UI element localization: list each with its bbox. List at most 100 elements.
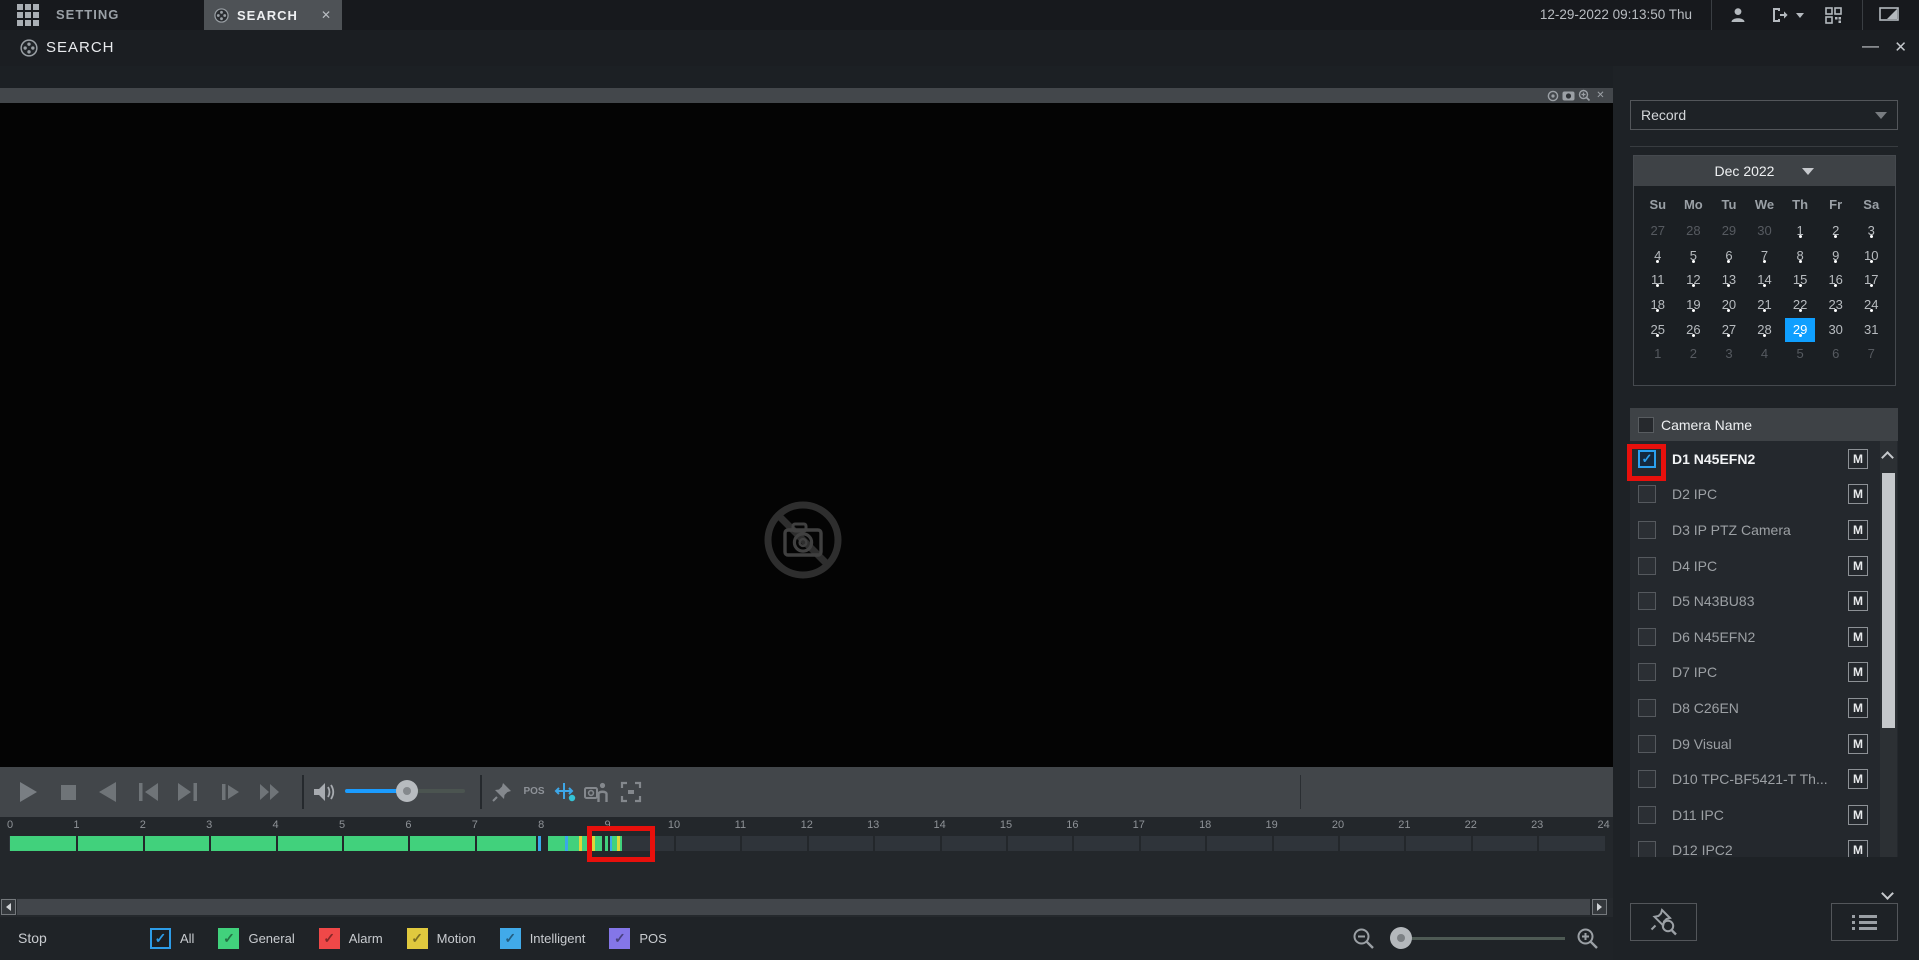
record-timeline[interactable]: 0 1 2 3 4 5 6 7 8 9 10 11 12 13 14 15 16 17 18 19 20 21 22 23 24 — [0, 817, 1613, 898]
display-output-button[interactable] — [1878, 5, 1900, 25]
main-stream-badge[interactable]: M — [1848, 519, 1868, 540]
scroll-up-icon[interactable] — [1881, 451, 1894, 464]
select-all-cameras-checkbox[interactable] — [1638, 416, 1654, 433]
list-view-button[interactable] — [1831, 903, 1898, 941]
tab-setting[interactable]: SETTING — [56, 0, 119, 30]
calendar-day[interactable]: 13 — [1711, 267, 1747, 292]
digital-zoom-icon[interactable] — [1578, 89, 1591, 102]
timeline-hscrollbar[interactable] — [0, 898, 1613, 917]
vscroll-thumb[interactable] — [1882, 473, 1895, 728]
calendar-day[interactable]: 19 — [1676, 292, 1712, 317]
calendar-day[interactable]: 26 — [1676, 317, 1712, 342]
calendar-day[interactable]: 31 — [1853, 317, 1889, 342]
scroll-right-button[interactable] — [1592, 899, 1607, 915]
camera-checkbox[interactable] — [1638, 841, 1656, 857]
calendar-day[interactable]: 10 — [1853, 243, 1889, 268]
next-frame-button[interactable] — [175, 779, 201, 805]
calendar-day[interactable]: 17 — [1853, 267, 1889, 292]
calendar-day[interactable]: 3 — [1853, 218, 1889, 243]
calendar-day[interactable]: 5 — [1782, 341, 1818, 366]
timeline-record-segment[interactable] — [568, 836, 580, 851]
calendar-day[interactable]: 21 — [1747, 292, 1783, 317]
calendar-day[interactable]: 2 — [1818, 218, 1854, 243]
camera-checkbox[interactable] — [1638, 770, 1656, 789]
camera-checkbox[interactable] — [1638, 520, 1656, 539]
calendar-day-selected[interactable]: 29 — [1782, 317, 1818, 343]
calendar-day[interactable]: 22 — [1782, 292, 1818, 317]
camera-row[interactable]: D9 Visual M — [1630, 726, 1898, 762]
calendar-day[interactable]: 28 — [1676, 218, 1712, 243]
user-account-button[interactable] — [1727, 5, 1749, 25]
calendar-day[interactable]: 2 — [1676, 341, 1712, 366]
camera-checkbox[interactable] — [1638, 556, 1656, 575]
calendar-day[interactable]: 20 — [1711, 292, 1747, 317]
camera-row[interactable]: D7 IPC M — [1630, 655, 1898, 691]
apps-menu-button[interactable] — [15, 4, 41, 26]
main-stream-badge[interactable]: M — [1848, 840, 1868, 857]
main-stream-badge[interactable]: M — [1848, 626, 1868, 647]
calendar-day[interactable]: 28 — [1747, 317, 1783, 342]
hscroll-thumb[interactable] — [17, 899, 1590, 915]
calendar-day[interactable]: 7 — [1853, 341, 1889, 366]
calendar-day[interactable]: 18 — [1640, 292, 1676, 317]
fast-forward-button[interactable] — [257, 779, 283, 805]
main-stream-badge[interactable]: M — [1848, 484, 1868, 505]
camera-checkbox[interactable] — [1638, 663, 1656, 682]
tab-search[interactable]: SEARCH ✕ — [204, 0, 342, 30]
timeline-zoom-slider-knob[interactable] — [1390, 927, 1412, 949]
legend-checkbox-motion[interactable]: ✓ — [406, 928, 428, 949]
tab-close-icon[interactable]: ✕ — [321, 8, 332, 22]
calendar-day[interactable]: 29 — [1711, 218, 1747, 243]
tag-search-button[interactable] — [1630, 903, 1697, 941]
main-stream-badge[interactable]: M — [1848, 804, 1868, 825]
calendar-month-dropdown[interactable]: Dec 2022 — [1634, 156, 1895, 186]
timeline-record-segment[interactable] — [10, 836, 536, 851]
camera-row[interactable]: D4 IPC M — [1630, 548, 1898, 584]
main-stream-badge[interactable]: M — [1848, 733, 1868, 754]
calendar-day[interactable]: 5 — [1676, 243, 1712, 268]
slow-play-button[interactable] — [217, 779, 243, 805]
legend-checkbox-all[interactable]: ✓ — [150, 928, 171, 949]
smart-search-button[interactable] — [583, 779, 611, 805]
calendar-day[interactable]: 25 — [1640, 317, 1676, 342]
previous-frame-button[interactable] — [135, 779, 161, 805]
calendar-day[interactable]: 1 — [1640, 341, 1676, 366]
calendar-day[interactable]: 9 — [1818, 243, 1854, 268]
logout-button[interactable] — [1768, 5, 1790, 25]
calendar-day[interactable]: 23 — [1818, 292, 1854, 317]
timeline-zoom-in-button[interactable] — [1576, 927, 1599, 950]
calendar-day[interactable]: 7 — [1747, 243, 1783, 268]
minimize-button[interactable]: — — [1862, 30, 1879, 66]
legend-checkbox-general[interactable]: ✓ — [218, 928, 240, 949]
calendar-day[interactable]: 16 — [1818, 267, 1854, 292]
timeline-zoom-out-button[interactable] — [1352, 927, 1375, 950]
reverse-play-button[interactable] — [95, 779, 121, 805]
snapshot-icon[interactable] — [1562, 90, 1575, 102]
pin-mark-button[interactable] — [488, 779, 516, 805]
record-type-dropdown[interactable]: Record — [1630, 100, 1898, 130]
calendar-day[interactable]: 4 — [1640, 243, 1676, 268]
camera-checkbox[interactable]: ✓ — [1638, 449, 1656, 468]
pos-info-button[interactable]: POS — [520, 779, 548, 805]
calendar-day[interactable]: 30 — [1818, 317, 1854, 342]
calendar-day[interactable]: 8 — [1782, 243, 1818, 268]
main-stream-badge[interactable]: M — [1848, 555, 1868, 576]
camera-row[interactable]: D3 IP PTZ Camera M — [1630, 512, 1898, 548]
camera-checkbox[interactable] — [1638, 734, 1656, 753]
camera-row[interactable]: D5 N43BU83 M — [1630, 583, 1898, 619]
legend-checkbox-intelligent[interactable]: ✓ — [499, 928, 521, 949]
timeline-record-segment[interactable] — [620, 836, 623, 851]
camera-row[interactable]: D11 IPC M — [1630, 797, 1898, 833]
logout-caret-icon[interactable] — [1796, 13, 1804, 18]
camera-row[interactable]: D10 TPC-BF5421-T Th... M — [1630, 761, 1898, 797]
calendar-day[interactable]: 4 — [1747, 341, 1783, 366]
calendar-day[interactable]: 24 — [1853, 292, 1889, 317]
camera-row[interactable]: ✓ D1 N45EFN2 M — [1630, 441, 1898, 477]
video-display[interactable] — [0, 103, 1613, 767]
camera-list-vscrollbar[interactable] — [1880, 441, 1897, 900]
main-stream-badge[interactable]: M — [1848, 662, 1868, 683]
camera-checkbox[interactable] — [1638, 627, 1656, 646]
qr-code-button[interactable] — [1822, 5, 1844, 25]
calendar-day[interactable]: 27 — [1711, 317, 1747, 342]
play-button[interactable] — [14, 779, 40, 805]
